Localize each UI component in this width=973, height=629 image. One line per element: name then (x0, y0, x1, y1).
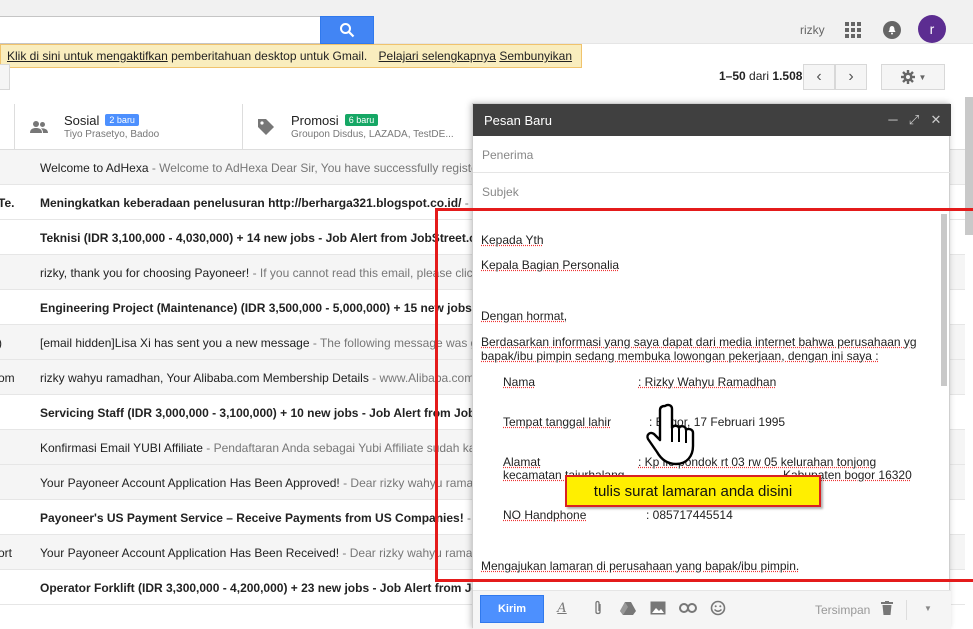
prev-page-button[interactable]: ‹ (803, 64, 835, 90)
send-button[interactable]: Kirim (480, 595, 544, 623)
new-count-badge: 2 baru (105, 114, 139, 126)
more-options-icon[interactable]: ▼ (919, 599, 937, 617)
tag-icon (258, 119, 274, 135)
chevron-right-icon: › (848, 68, 854, 85)
avatar[interactable]: r (918, 15, 946, 43)
email-subject-line: Operator Forklift (IDR 3,300,000 - 4,200… (40, 581, 520, 595)
email-subject: Teknisi (IDR 3,100,000 - 4,030,000) + 14… (40, 231, 494, 245)
email-subject-line: Welcome to AdHexa - Welcome to AdHexa De… (40, 161, 495, 175)
settings-button[interactable]: ▼ (881, 64, 945, 90)
email-sender: om (0, 371, 15, 385)
subject-field[interactable]: Subjek (473, 173, 951, 210)
page-of: dari (745, 69, 773, 83)
apps-grid-icon[interactable] (845, 22, 861, 38)
tab-social-label: Sosial (64, 113, 100, 128)
search-input[interactable] (0, 16, 320, 44)
tab-primary-edge[interactable] (0, 104, 15, 150)
gear-icon (900, 70, 915, 84)
select-dropdown-button[interactable] (0, 64, 10, 90)
chevron-left-icon: ‹ (816, 68, 822, 85)
email-subject: Your Payoneer Account Application Has Be… (40, 476, 340, 490)
saved-status: Tersimpan (815, 603, 871, 617)
subject-placeholder: Subjek (482, 185, 519, 199)
people-icon (30, 121, 48, 133)
formatting-icon[interactable]: A (553, 599, 571, 617)
notification-text: pemberitahuan desktop untuk Gmail. (167, 49, 368, 63)
learn-more-link[interactable]: Pelajari selengkapnya (379, 49, 496, 63)
email-subject: Meningkatkan keberadaan penelusuran http… (40, 196, 462, 210)
close-icon[interactable]: ✕ (929, 112, 943, 128)
instruction-callout: tulis surat lamaran anda disini (565, 475, 821, 507)
desktop-notification-bar: Klik di sini untuk mengaktifkan pemberit… (0, 44, 582, 68)
notifications-icon[interactable] (883, 21, 901, 39)
chevron-down-icon: ▼ (918, 72, 927, 82)
page-total: 1.508 (772, 69, 803, 83)
hide-link[interactable]: Sembunyikan (499, 49, 572, 63)
email-subject-line: Your Payoneer Account Application Has Be… (40, 546, 503, 560)
insert-link-icon[interactable] (679, 599, 697, 617)
compose-header[interactable]: Pesan Baru ─ ⤢ ✕ (473, 104, 951, 136)
email-subject: rizky wahyu ramadhan, Your Alibaba.com M… (40, 371, 369, 385)
pagination-text: 1–50 dari 1.508 (719, 69, 802, 83)
discard-draft-icon[interactable] (878, 599, 896, 617)
page-range: 1–50 (719, 69, 746, 83)
enable-notifications-link[interactable]: Klik di sini untuk mengaktifkan (7, 49, 168, 63)
drive-icon[interactable] (619, 599, 637, 617)
tab-promotions[interactable]: Promosi 6 baru Groupon Disdus, LAZADA, Te… (257, 104, 472, 150)
email-subject-line: [email hidden]Lisa Xi has sent you a new… (40, 336, 501, 350)
email-subject: Konfirmasi Email YUBI Affiliate (40, 441, 203, 455)
email-subject: Operator Forklift (IDR 3,300,000 - 4,200… (40, 581, 521, 595)
hand-pointer-icon (646, 403, 695, 466)
emoji-icon[interactable] (709, 599, 727, 617)
attach-icon[interactable] (589, 599, 607, 617)
email-subject-line: rizky wahyu ramadhan, Your Alibaba.com M… (40, 371, 499, 385)
compose-title: Pesan Baru (484, 113, 552, 128)
email-subject: [email hidden]Lisa Xi has sent you a new… (40, 336, 310, 350)
next-page-button[interactable]: › (835, 64, 867, 90)
email-subject: Your Payoneer Account Application Has Be… (40, 546, 340, 560)
insert-photo-icon[interactable] (649, 599, 667, 617)
tab-promotions-senders: Groupon Disdus, LAZADA, TestDE... (291, 129, 454, 140)
email-sender: Te. (0, 196, 15, 210)
email-snippet: - Welcome to AdHexa Dear Sir, You have s… (148, 161, 496, 175)
compose-footer: Kirim A Tersimpan ▼ (473, 590, 951, 629)
email-sender: ort (0, 546, 13, 560)
email-subject: Payoneer's US Payment Service – Receive … (40, 511, 464, 525)
expand-icon[interactable]: ⤢ (907, 112, 921, 128)
email-sender: ) (0, 336, 2, 350)
recipients-field[interactable]: Penerima (473, 136, 951, 173)
email-subject-line: Payoneer's US Payment Service – Receive … (40, 511, 500, 525)
tab-social[interactable]: Sosial 2 baru Tiyo Prasetyo, Badoo (30, 104, 242, 150)
new-count-badge: 6 baru (344, 114, 379, 126)
recipients-placeholder: Penerima (482, 148, 534, 162)
username-label: rizky (800, 23, 825, 37)
email-subject-line: Your Payoneer Account Application Has Be… (40, 476, 503, 490)
highlight-frame (435, 208, 973, 582)
minimize-icon[interactable]: ─ (886, 112, 900, 127)
email-subject: Welcome to AdHexa (40, 161, 149, 175)
search-button[interactable] (320, 16, 374, 44)
email-subject-line: Konfirmasi Email YUBI Affiliate - Pendaf… (40, 441, 495, 455)
tab-social-senders: Tiyo Prasetyo, Badoo (64, 129, 160, 140)
tab-promotions-label: Promosi (291, 113, 339, 128)
email-subject: rizky, thank you for choosing Payoneer! (40, 266, 250, 280)
search-icon (340, 23, 355, 38)
